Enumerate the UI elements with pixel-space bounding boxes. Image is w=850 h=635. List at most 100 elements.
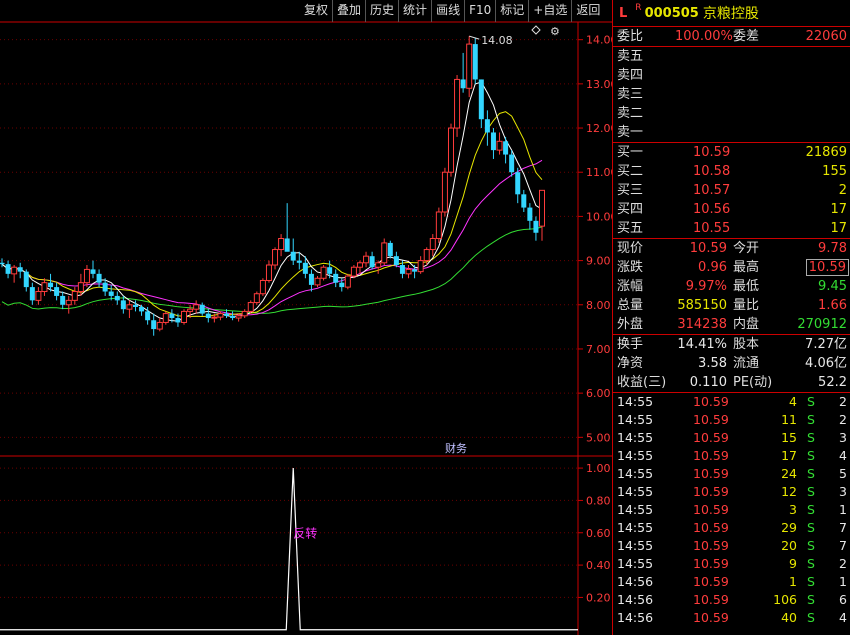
candle-body bbox=[77, 282, 84, 293]
tick-side: S bbox=[807, 538, 815, 553]
order-ratio-row: 委比 100.00% 委差 22060 bbox=[613, 26, 850, 46]
toolbar-f10-button[interactable]: F10 bbox=[464, 0, 495, 22]
tick-time: 14:55 bbox=[617, 502, 654, 517]
tick-list[interactable]: 14:55 10.59 4 S 2 14:55 10.59 11 S 2 14:55 10.59 15 S… bbox=[613, 392, 850, 627]
tick-time: 14:55 bbox=[617, 430, 654, 445]
bid-price: 10.59 bbox=[693, 145, 731, 160]
toolbar-add-watchlist-button[interactable]: +自选 bbox=[528, 0, 571, 22]
candle-body bbox=[447, 127, 454, 173]
candle-body bbox=[472, 44, 478, 80]
order-ratio-value: 100.00% bbox=[675, 29, 733, 44]
inner-label: 内盘 bbox=[733, 317, 760, 332]
ask-list: 卖五 卖四 卖三 卖二 卖一 bbox=[613, 46, 850, 142]
candle-body bbox=[71, 291, 78, 301]
candle-body bbox=[265, 264, 272, 281]
tick-price: 10.59 bbox=[693, 574, 729, 589]
candle-body bbox=[521, 194, 527, 208]
low-label: 最低 bbox=[733, 279, 760, 294]
candle-body bbox=[327, 267, 333, 274]
candle-body bbox=[454, 78, 461, 129]
candle-body bbox=[381, 242, 388, 264]
tick-row: 14:55 10.59 20 S 7 bbox=[613, 537, 850, 555]
candle-body bbox=[54, 287, 60, 296]
toolbar-draw-button[interactable]: 画线 bbox=[431, 0, 464, 22]
float-shares-value: 4.06亿 bbox=[805, 356, 847, 371]
candle-body bbox=[339, 282, 345, 288]
outer-label: 外盘 bbox=[617, 317, 644, 332]
candle-body bbox=[356, 262, 363, 268]
tick-volume: 17 bbox=[781, 448, 797, 463]
candle-body bbox=[11, 266, 18, 275]
candle-body bbox=[466, 43, 473, 89]
inner-value: 270912 bbox=[797, 317, 847, 332]
toolbar-stats-button[interactable]: 统计 bbox=[398, 0, 431, 22]
candle-body bbox=[0, 262, 5, 265]
open-value: 9.78 bbox=[818, 241, 847, 256]
tick-side: S bbox=[807, 430, 815, 445]
candle-body bbox=[193, 304, 200, 310]
candle-body bbox=[503, 141, 509, 155]
toolbar-overlay-button[interactable]: 叠加 bbox=[332, 0, 365, 22]
candle-body bbox=[333, 273, 339, 283]
volume-ratio-value: 1.66 bbox=[818, 298, 847, 313]
price-label: 现价 bbox=[617, 241, 644, 256]
candle-body bbox=[278, 238, 285, 251]
fundamental-stats: 换手 14.41% 股本 7.27亿 净资 3.58 流通 4.06亿 收益(三… bbox=[613, 334, 850, 392]
tick-side: S bbox=[807, 448, 815, 463]
tick-price: 10.59 bbox=[693, 412, 729, 427]
bid-volume: 17 bbox=[830, 221, 847, 236]
tick-volume: 20 bbox=[781, 538, 797, 553]
bid-row: 买五 10.55 17 bbox=[613, 219, 850, 238]
tick-volume: 24 bbox=[781, 466, 797, 481]
tick-time: 14:55 bbox=[617, 448, 654, 463]
y-tick-label: 13.00 bbox=[586, 78, 612, 91]
candle-body bbox=[509, 154, 515, 173]
candle-body bbox=[247, 302, 254, 312]
net-assets-value: 3.58 bbox=[698, 356, 727, 371]
stock-header: L R 000505 京粮控股 bbox=[613, 0, 850, 26]
chart-area[interactable]: 14.00 13.00 12.00 11.00 10.00 9.00 8.00 7.00 6.0… bbox=[0, 0, 612, 635]
tick-side: S bbox=[807, 484, 815, 499]
candle-body bbox=[515, 172, 521, 195]
candle-body bbox=[539, 189, 545, 227]
toolbar-back-button[interactable]: 返回 bbox=[571, 0, 604, 22]
candle-body bbox=[320, 266, 327, 279]
candle-body bbox=[169, 313, 175, 319]
y-tick-label: 9.00 bbox=[586, 255, 611, 268]
tick-time: 14:55 bbox=[617, 484, 654, 499]
tick-count: 5 bbox=[839, 466, 847, 481]
candle-body bbox=[235, 315, 242, 319]
candle-body bbox=[175, 318, 181, 323]
share-capital-label: 股本 bbox=[733, 337, 760, 352]
toolbar-mark-button[interactable]: 标记 bbox=[495, 0, 528, 22]
candle-body bbox=[314, 277, 321, 286]
bid-price: 10.58 bbox=[693, 164, 731, 179]
fin-row: 净资 3.58 流通 4.06亿 bbox=[613, 354, 850, 373]
tick-time: 14:56 bbox=[617, 610, 654, 625]
toolbar-history-button[interactable]: 历史 bbox=[365, 0, 398, 22]
quote-row: 涨跌 0.96 最高 10.59 bbox=[613, 258, 850, 277]
tick-side: S bbox=[807, 502, 815, 517]
tick-time: 14:55 bbox=[617, 466, 654, 481]
candle-body bbox=[139, 306, 145, 312]
candle-body bbox=[29, 287, 35, 301]
y-tick-label: 12.00 bbox=[586, 122, 612, 135]
candle-body bbox=[259, 279, 266, 295]
tick-count: 4 bbox=[839, 610, 847, 625]
tick-price: 10.59 bbox=[693, 430, 729, 445]
tick-volume: 29 bbox=[781, 520, 797, 535]
candle-body bbox=[460, 79, 466, 89]
net-assets-label: 净资 bbox=[617, 356, 644, 371]
kline-chart[interactable]: 14.00 13.00 12.00 11.00 10.00 9.00 8.00 7.00 6.0… bbox=[0, 0, 612, 635]
candle-body bbox=[60, 295, 66, 305]
candle-body bbox=[145, 311, 151, 321]
candle-body bbox=[151, 320, 157, 330]
candle-body bbox=[302, 262, 308, 274]
toolbar-restore-rights-button[interactable]: 复权 bbox=[300, 0, 332, 22]
ask-label: 卖一 bbox=[617, 125, 644, 140]
tick-volume: 15 bbox=[781, 430, 797, 445]
indicator-line bbox=[0, 468, 578, 631]
candle-body bbox=[393, 256, 399, 266]
tick-row: 14:55 10.59 11 S 2 bbox=[613, 411, 850, 429]
tick-volume: 9 bbox=[789, 556, 797, 571]
